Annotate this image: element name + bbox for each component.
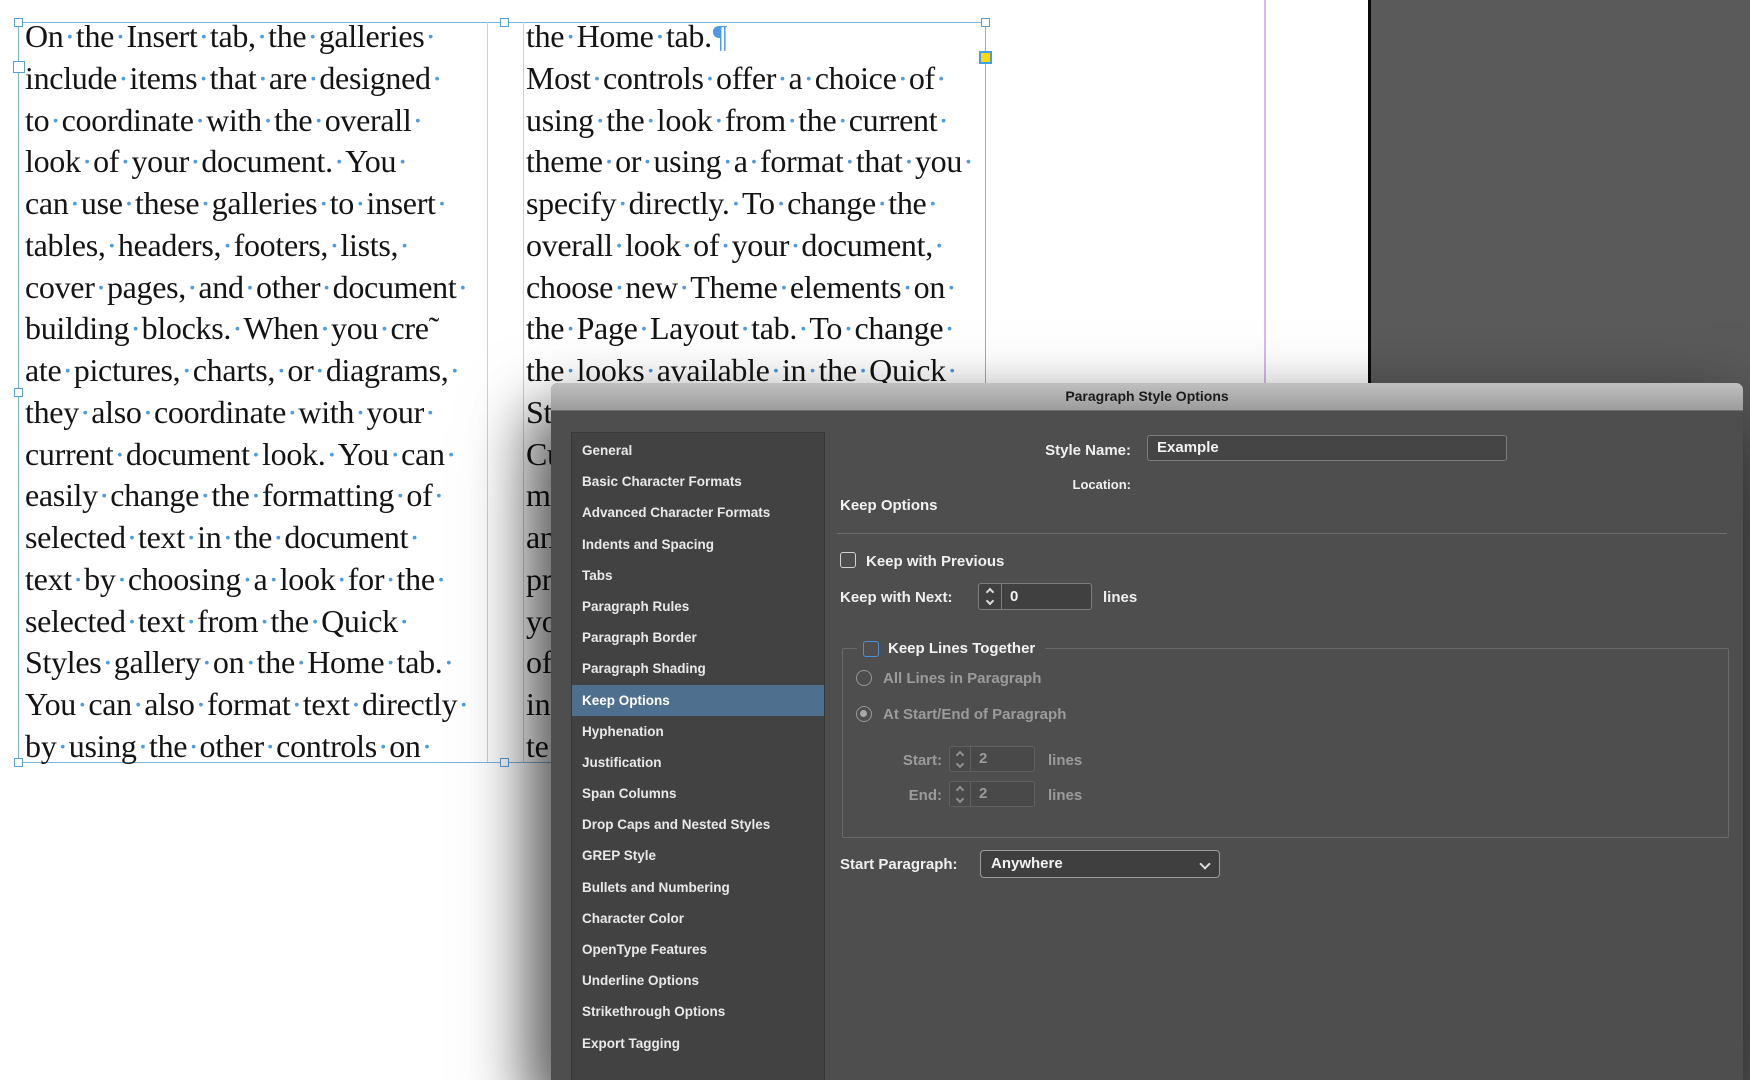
text-line[interactable]: overall·look·of·your·document,· xyxy=(526,225,974,267)
keep-with-next-stepper[interactable] xyxy=(978,583,1002,610)
start-end-label: At Start/End of Paragraph xyxy=(883,706,1067,723)
sidebar-item-span-columns[interactable]: Span Columns xyxy=(572,778,824,809)
text-line[interactable]: include·items·that·are·designed· xyxy=(25,58,470,100)
keep-lines-together-checkbox[interactable] xyxy=(863,640,879,657)
sidebar-item-keep-options[interactable]: Keep Options xyxy=(572,684,824,716)
start-paragraph-value: Anywhere xyxy=(991,855,1063,872)
sidebar-item-export-tagging[interactable]: Export Tagging xyxy=(572,1028,824,1059)
sidebar-item-paragraph-border[interactable]: Paragraph Border xyxy=(572,622,824,653)
text-line[interactable]: building·blocks.·When·you·cre˜ xyxy=(25,308,470,350)
sidebar-item-bullets-and-numbering[interactable]: Bullets and Numbering xyxy=(572,872,824,903)
text-line[interactable]: Most·controls·offer·a·choice·of· xyxy=(526,58,974,100)
column-guide xyxy=(487,22,488,762)
frame-handle-bottom-left[interactable] xyxy=(14,758,23,767)
text-line[interactable]: choose·new·Theme·elements·on· xyxy=(526,267,974,309)
start-label: Start: xyxy=(902,752,942,769)
start-end-radio[interactable] xyxy=(856,706,872,722)
text-line[interactable]: using·the·look·from·the·current· xyxy=(526,100,974,142)
sidebar-item-character-color[interactable]: Character Color xyxy=(572,903,824,934)
text-line[interactable]: specify·directly.·To·change·the· xyxy=(526,183,974,225)
sidebar-item-basic-character-formats[interactable]: Basic Character Formats xyxy=(572,466,824,497)
paragraph-style-options-dialog: Paragraph Style Options General Basic Ch… xyxy=(551,383,1743,1080)
start-paragraph-dropdown[interactable]: Anywhere xyxy=(980,850,1220,878)
text-line[interactable]: text·by·choosing·a·look·for·the· xyxy=(25,559,470,601)
section-heading: Keep Options xyxy=(840,497,938,514)
sidebar-item-paragraph-shading[interactable]: Paragraph Shading xyxy=(572,653,824,684)
end-unit-label: lines xyxy=(1048,787,1083,804)
keep-with-previous-checkbox[interactable] xyxy=(840,552,856,568)
start-stepper[interactable] xyxy=(949,746,971,772)
sidebar-item-tabs[interactable]: Tabs xyxy=(572,560,824,591)
style-name-input[interactable]: Example xyxy=(1147,435,1507,461)
dialog-title: Paragraph Style Options xyxy=(1065,388,1229,404)
location-label: Location: xyxy=(1072,477,1132,492)
end-input[interactable]: 2 xyxy=(971,781,1035,807)
frame-handle-top-left[interactable] xyxy=(14,18,23,27)
stepper-up-icon xyxy=(955,750,965,759)
all-lines-radio[interactable] xyxy=(856,670,872,686)
text-line[interactable]: tables,·headers,·footers,·lists,· xyxy=(25,225,470,267)
sidebar-item-general[interactable]: General xyxy=(572,435,824,466)
start-paragraph-label: Start Paragraph: xyxy=(840,856,958,873)
indesign-workspace: On·the·Insert·tab,·the·galleries· includ… xyxy=(0,0,1750,1080)
keep-lines-together-legend: Keep Lines Together xyxy=(857,640,1046,657)
text-line[interactable]: the·Page·Layout·tab.·To·change· xyxy=(526,308,974,350)
text-line[interactable]: current·document·look.·You·can· xyxy=(25,434,470,476)
sidebar-item-underline-options[interactable]: Underline Options xyxy=(572,965,824,996)
text-line[interactable]: easily·change·the·formatting·of· xyxy=(25,475,470,517)
text-line[interactable]: selected·text·from·the·Quick· xyxy=(25,601,470,643)
sidebar-item-opentype-features[interactable]: OpenType Features xyxy=(572,934,824,965)
chevron-down-icon xyxy=(1199,858,1211,870)
keep-with-next-unit-label: lines xyxy=(1103,589,1138,606)
all-lines-label: All Lines in Paragraph xyxy=(883,670,1042,687)
text-frame-in-port[interactable] xyxy=(13,61,25,73)
stepper-up-icon xyxy=(955,785,965,794)
column-guide xyxy=(523,22,524,762)
keep-with-previous-label: Keep with Previous xyxy=(866,553,1005,570)
keep-lines-together-label: Keep Lines Together xyxy=(888,640,1036,657)
text-line[interactable]: cover·pages,·and·other·document· xyxy=(25,267,470,309)
sidebar-item-strikethrough-options[interactable]: Strikethrough Options xyxy=(572,996,824,1027)
sidebar-item-paragraph-rules[interactable]: Paragraph Rules xyxy=(572,591,824,622)
start-unit-label: lines xyxy=(1048,752,1083,769)
keep-with-next-input[interactable]: 0 xyxy=(1002,583,1092,610)
end-label: End: xyxy=(908,787,942,804)
text-line[interactable]: can·use·these·galleries·to·insert· xyxy=(25,183,470,225)
stepper-down-icon[interactable] xyxy=(985,596,995,606)
sidebar-item-hyphenation[interactable]: Hyphenation xyxy=(572,716,824,747)
sidebar-item-advanced-character-formats[interactable]: Advanced Character Formats xyxy=(572,497,824,528)
stepper-up-icon[interactable] xyxy=(985,587,995,597)
text-line[interactable]: the·Home·tab.¶ xyxy=(526,16,974,58)
dialog-sidebar: General Basic Character Formats Advanced… xyxy=(571,432,825,1080)
frame-handle-top-right[interactable] xyxy=(981,18,990,27)
text-line[interactable]: to·coordinate·with·the·overall· xyxy=(25,100,470,142)
text-line[interactable]: they·also·coordinate·with·your· xyxy=(25,392,470,434)
style-name-label: Style Name: xyxy=(1045,442,1131,459)
end-stepper[interactable] xyxy=(949,781,971,807)
keep-with-next-label: Keep with Next: xyxy=(840,589,953,606)
keep-lines-together-group: Keep Lines Together All Lines in Paragra… xyxy=(842,640,1729,838)
text-line[interactable]: by·using·the·other·controls·on· xyxy=(25,726,470,768)
text-line[interactable]: You·can·also·format·text·directly· xyxy=(25,684,470,726)
text-line[interactable]: look·of·your·document.·You· xyxy=(25,141,470,183)
text-column-1[interactable]: On·the·Insert·tab,·the·galleries· includ… xyxy=(25,16,470,768)
corner-options-widget[interactable] xyxy=(979,51,992,64)
stepper-down-icon xyxy=(955,759,965,768)
text-line[interactable]: Styles·gallery·on·the·Home·tab.· xyxy=(25,642,470,684)
start-input[interactable]: 2 xyxy=(971,746,1035,772)
dialog-title-bar[interactable]: Paragraph Style Options xyxy=(551,383,1743,411)
sidebar-item-drop-caps-and-nested-styles[interactable]: Drop Caps and Nested Styles xyxy=(572,809,824,840)
text-line[interactable]: selected·text·in·the·document· xyxy=(25,517,470,559)
text-line[interactable]: ate·pictures,·charts,·or·diagrams,· xyxy=(25,350,470,392)
sidebar-item-justification[interactable]: Justification xyxy=(572,747,824,778)
text-line[interactable]: theme·or·using·a·format·that·you· xyxy=(526,141,974,183)
sidebar-item-indents-and-spacing[interactable]: Indents and Spacing xyxy=(572,529,824,560)
text-line[interactable]: On·the·Insert·tab,·the·galleries· xyxy=(25,16,470,58)
separator xyxy=(837,533,1727,534)
frame-handle-bottom-middle[interactable] xyxy=(500,758,509,767)
frame-handle-middle-left[interactable] xyxy=(14,388,23,397)
stepper-down-icon xyxy=(955,794,965,803)
frame-handle-top-middle[interactable] xyxy=(500,18,509,27)
sidebar-item-grep-style[interactable]: GREP Style xyxy=(572,840,824,871)
